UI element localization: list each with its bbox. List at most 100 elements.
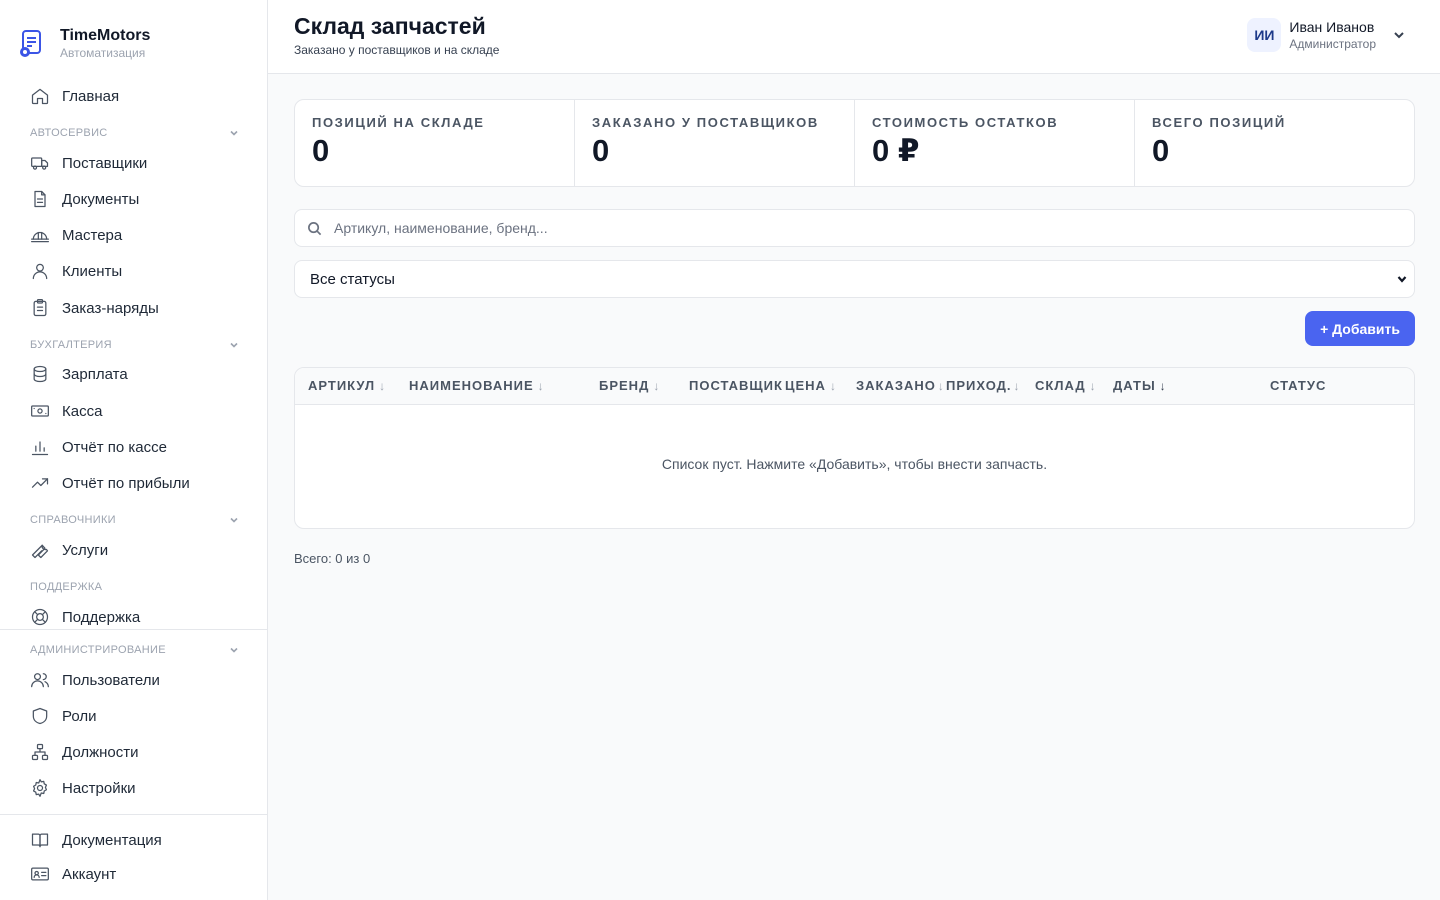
chevron-down-icon: [1394, 32, 1404, 39]
status-filter-select[interactable]: Все статусы: [294, 260, 1415, 298]
column-header-warehouse[interactable]: СКЛАД ↓: [1035, 378, 1097, 393]
sort-arrow-icon: ↓: [379, 378, 387, 393]
sidebar-item-documents[interactable]: Документы: [30, 187, 139, 211]
chevron-down-icon: [230, 517, 238, 523]
stats-panel: ПОЗИЦИЙ НА СКЛАДЕ 0 ЗАКАЗАНО У ПОСТАВЩИК…: [294, 99, 1415, 187]
users-icon: [30, 670, 50, 690]
section-label: АВТОСЕРВИС: [30, 127, 108, 139]
brand-name: TimeMotors: [60, 27, 151, 44]
sidebar-item-clients[interactable]: Клиенты: [30, 259, 122, 283]
page-subtitle: Заказано у поставщиков и на складе: [294, 43, 500, 57]
user-role: Администратор: [1289, 37, 1376, 51]
column-header-name[interactable]: НАИМЕНОВАНИЕ ↓: [409, 378, 545, 393]
banknote-icon: [30, 401, 50, 421]
sort-arrow-icon: ↓: [1089, 378, 1097, 393]
page-header: Склад запчастей Заказано у поставщиков и…: [268, 0, 1440, 74]
sidebar-item-label: Клиенты: [62, 262, 123, 280]
sidebar-item-work-orders[interactable]: Заказ-наряды: [30, 296, 159, 320]
sidebar-item-label: Отчёт по прибыли: [62, 474, 190, 492]
column-label: ДАТЫ: [1113, 378, 1156, 393]
sidebar-item-users[interactable]: Пользователи: [30, 668, 160, 692]
column-header-ordered[interactable]: ЗАКАЗАНО ↓: [856, 378, 945, 393]
stat-ordered: ЗАКАЗАНО У ПОСТАВЩИКОВ 0: [575, 100, 855, 186]
section-autoservice[interactable]: АВТОСЕРВИС: [30, 125, 240, 141]
column-header-brand[interactable]: БРЕНД ↓: [599, 378, 660, 393]
helmet-icon: [30, 225, 50, 245]
section-accounting[interactable]: БУХГАЛТЕРИЯ: [30, 337, 240, 353]
sidebar-item-label: Поддержка: [62, 608, 141, 626]
sidebar-item-label: Услуги: [62, 541, 109, 559]
sidebar-item-roles[interactable]: Роли: [30, 704, 97, 728]
sidebar-item-label: Настройки: [62, 779, 136, 797]
chevron-down-icon: [1397, 276, 1407, 283]
total-count: Всего: 0 из 0: [294, 551, 371, 566]
column-header-article[interactable]: АРТИКУЛ ↓: [308, 378, 386, 393]
sort-arrow-icon: ↓: [537, 378, 545, 393]
org-chart-icon: [30, 742, 50, 762]
search-input[interactable]: [334, 220, 1384, 236]
sidebar-item-masters[interactable]: Мастера: [30, 223, 122, 247]
section-label: АДМИНИСТРИРОВАНИЕ: [30, 644, 166, 656]
sidebar-item-support[interactable]: Поддержка: [30, 605, 140, 629]
column-label: НАИМЕНОВАНИЕ: [409, 378, 534, 393]
sidebar-item-salary[interactable]: Зарплата: [30, 362, 128, 386]
sidebar-item-label: Роли: [62, 707, 97, 725]
sidebar-item-settings[interactable]: Настройки: [30, 776, 136, 800]
sidebar-item-account[interactable]: Аккаунт: [30, 862, 116, 886]
shield-icon: [30, 706, 50, 726]
column-header-received[interactable]: ПРИХОД. ↓: [946, 378, 1021, 393]
sidebar-item-profit-report[interactable]: Отчёт по прибыли: [30, 471, 190, 495]
parts-table: АРТИКУЛ ↓ НАИМЕНОВАНИЕ ↓ БРЕНД ↓ ПОСТАВЩИК …: [294, 367, 1415, 529]
sidebar-divider: [0, 629, 267, 630]
stat-value: 0: [312, 133, 330, 168]
chevron-down-icon: [230, 647, 238, 653]
column-label: БРЕНД: [599, 378, 650, 393]
page-title: Склад запчастей: [294, 13, 486, 39]
sort-arrow-icon: ↓: [1013, 378, 1021, 393]
stat-stock-value: СТОИМОСТЬ ОСТАТКОВ 0 ₽: [855, 100, 1135, 186]
wrench-icon: [30, 540, 50, 560]
status-filter-value: Все статусы: [310, 270, 395, 288]
add-button[interactable]: + Добавить: [1305, 311, 1415, 346]
column-label: ПОСТАВЩИК: [689, 378, 783, 393]
section-references[interactable]: СПРАВОЧНИКИ: [30, 512, 240, 528]
column-label: ЗАКАЗАНО: [856, 378, 936, 393]
sidebar-item-positions[interactable]: Должности: [30, 740, 139, 764]
section-label: СПРАВОЧНИКИ: [30, 514, 116, 526]
sidebar-item-services[interactable]: Услуги: [30, 538, 108, 562]
sidebar-item-cash[interactable]: Касса: [30, 399, 102, 423]
sidebar-item-label: Должности: [62, 743, 139, 761]
stat-label: СТОИМОСТЬ ОСТАТКОВ: [872, 115, 1059, 130]
stat-value: 0: [592, 133, 610, 168]
column-header-status[interactable]: СТАТУС: [1270, 378, 1326, 393]
column-header-price[interactable]: ЦЕНА ↓: [785, 378, 837, 393]
section-label: БУХГАЛТЕРИЯ: [30, 339, 112, 351]
sidebar-item-label: Мастера: [62, 226, 123, 244]
search-box: [294, 209, 1415, 247]
gear-icon: [30, 778, 50, 798]
sort-arrow-icon: ↓: [1159, 378, 1167, 393]
sort-arrow-icon: ↓: [937, 378, 945, 393]
sidebar-item-label: Зарплата: [62, 365, 128, 383]
section-admin[interactable]: АДМИНИСТРИРОВАНИЕ: [30, 642, 240, 658]
user-icon: [30, 261, 50, 281]
column-header-supplier[interactable]: ПОСТАВЩИК: [689, 378, 783, 393]
sidebar-item-cash-report[interactable]: Отчёт по кассе: [30, 435, 167, 459]
section-support: ПОДДЕРЖКА: [30, 579, 240, 595]
column-label: ПРИХОД.: [946, 378, 1012, 393]
sidebar-item-home[interactable]: Главная: [30, 84, 119, 108]
column-header-dates[interactable]: ДАТЫ ↓: [1113, 378, 1167, 393]
section-label: ПОДДЕРЖКА: [30, 581, 103, 593]
user-menu[interactable]: ИИ Иван Иванов Администратор: [1247, 18, 1406, 52]
stat-value: 0: [1152, 133, 1170, 168]
sidebar-item-label: Поставщики: [62, 154, 148, 172]
sidebar: TimeMotors Автоматизация Главная АВТОСЕР…: [0, 0, 268, 900]
stat-label: ПОЗИЦИЙ НА СКЛАДЕ: [312, 115, 485, 130]
database-icon: [30, 364, 50, 384]
stat-value: 0 ₽: [872, 133, 920, 168]
sidebar-item-suppliers[interactable]: Поставщики: [30, 151, 147, 175]
brand[interactable]: TimeMotors Автоматизация: [18, 27, 150, 61]
sidebar-item-label: Главная: [62, 87, 120, 105]
bar-chart-icon: [30, 437, 50, 457]
sidebar-item-docs[interactable]: Документация: [30, 828, 162, 852]
